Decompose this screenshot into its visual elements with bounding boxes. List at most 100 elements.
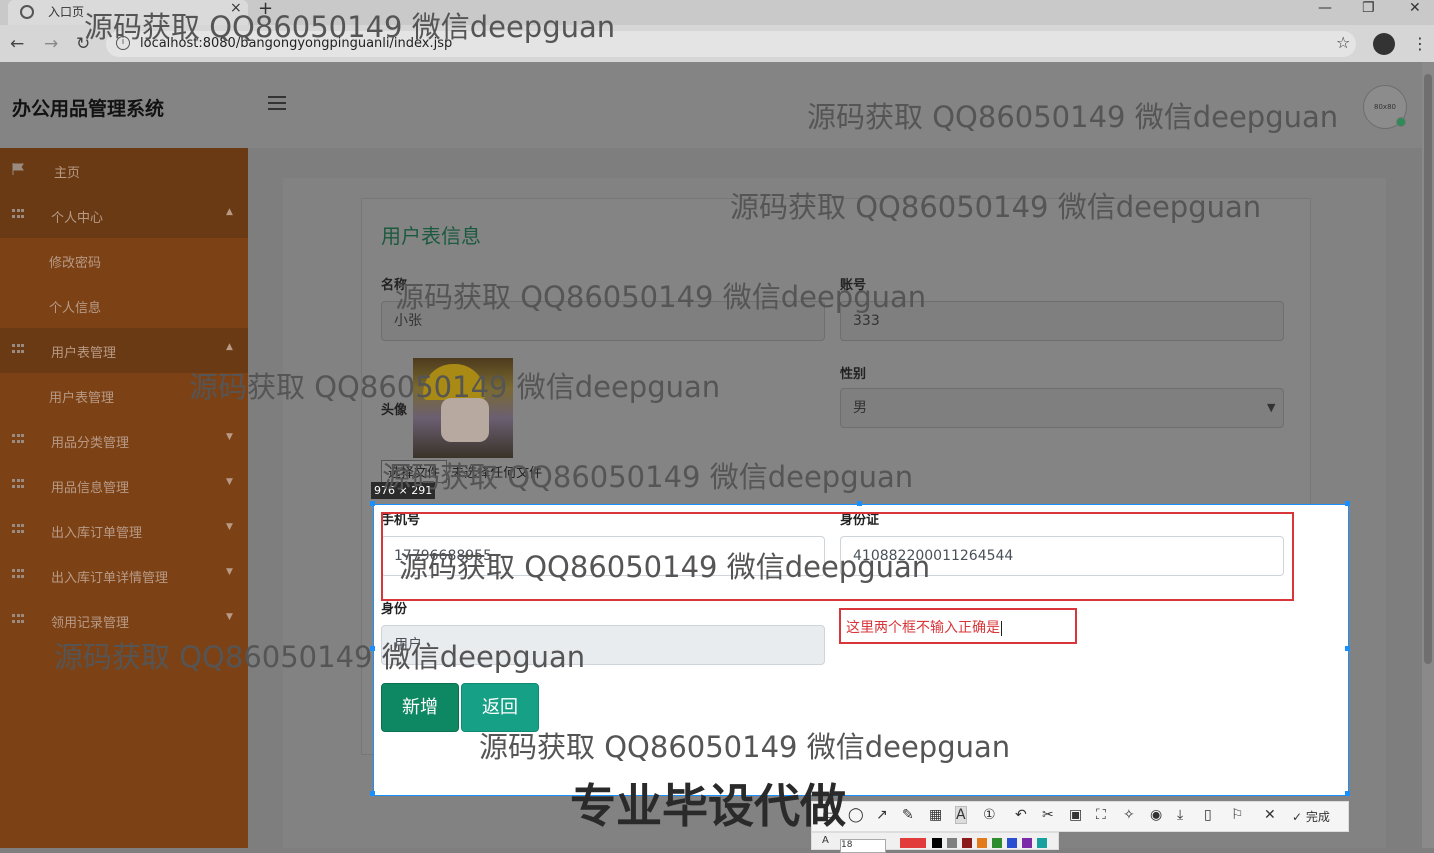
annotation-text[interactable]: 这里两个框不输入正确是 — [846, 617, 1002, 637]
bookmark-icon[interactable]: ⚐ — [1231, 807, 1244, 823]
ellipse-tool-icon[interactable]: ◯ — [848, 807, 864, 823]
sidebar-item-label: 修改密码 — [49, 256, 102, 271]
ocr-icon[interactable]: ▣ — [1069, 807, 1082, 823]
sidebar-item-label: 用品分类管理 — [51, 436, 130, 451]
color-swatch[interactable] — [962, 838, 972, 848]
chevron-up-icon: ▲ — [226, 342, 233, 352]
chevron-down-icon: ▼ — [226, 612, 233, 622]
sidebar-item-supplies-management[interactable]: 用品信息管理 ▼ — [0, 463, 248, 508]
selection-handle[interactable] — [1345, 501, 1350, 506]
sidebar-item-order-detail-management[interactable]: 出入库订单详情管理 ▼ — [0, 553, 248, 598]
selection-handle[interactable] — [370, 501, 375, 506]
grid-icon — [12, 524, 25, 535]
watermark: 源码获取 QQ86050149 微信deepguan — [54, 640, 586, 674]
sidebar-item-change-password[interactable]: 修改密码 — [0, 238, 248, 283]
mosaic-tool-icon[interactable]: ▦ — [929, 807, 942, 823]
grid-icon — [12, 614, 25, 625]
selection-handle[interactable] — [857, 501, 862, 506]
chevron-up-icon: ▲ — [226, 207, 233, 217]
browser-menu-icon[interactable]: ⋮ — [1412, 34, 1428, 53]
gender-select[interactable]: 男 — [840, 388, 1284, 428]
sidebar-item-home[interactable]: 主页 — [0, 148, 248, 193]
hamburger-menu-icon[interactable] — [268, 96, 286, 110]
watermark: 源码获取 QQ86050149 微信deepguan — [730, 190, 1262, 224]
arrow-tool-icon[interactable]: ↗ — [876, 807, 888, 823]
grid-icon — [12, 479, 25, 490]
selection-handle[interactable] — [370, 791, 375, 796]
scrollbar-thumb[interactable] — [1424, 74, 1432, 664]
window-close-button[interactable]: ✕ — [1409, 0, 1421, 16]
tab-title: 入口页 — [48, 5, 85, 19]
sidebar-item-label: 出入库订单详情管理 — [51, 571, 169, 586]
flag-icon — [12, 163, 24, 175]
selection-handle[interactable] — [1345, 791, 1350, 796]
watermark-banner: 专业毕设代做 — [570, 779, 846, 833]
pen-tool-icon[interactable]: ✎ — [902, 807, 914, 823]
color-swatch[interactable] — [1022, 838, 1032, 848]
page-scrollbar[interactable] — [1422, 62, 1434, 848]
bookmark-star-icon[interactable]: ☆ — [1336, 33, 1350, 52]
sidebar-item-category-management[interactable]: 用品分类管理 ▼ — [0, 418, 248, 463]
gender-label: 性别 — [840, 367, 867, 382]
crop-icon[interactable]: ✂ — [1042, 807, 1054, 823]
chevron-down-icon: ▼ — [226, 432, 233, 442]
watermark: 源码获取 QQ86050149 微信deepguan — [807, 100, 1339, 134]
page-title: 用户表信息 — [381, 224, 481, 248]
watermark: 源码获取 QQ86050149 微信deepguan — [395, 280, 927, 314]
forward-button[interactable]: → — [44, 34, 58, 54]
sidebar-item-personal-center[interactable]: 个人中心 ▲ — [0, 193, 248, 238]
font-size-icon: A — [822, 835, 829, 846]
number-tool-icon[interactable]: ① — [983, 807, 996, 823]
sidebar-item-label: 领用记录管理 — [51, 616, 130, 631]
chevron-down-icon: ▼ — [226, 567, 233, 577]
chevron-down-icon: ▼ — [226, 522, 233, 532]
minimize-button[interactable]: — — [1318, 0, 1332, 16]
color-swatch[interactable] — [977, 838, 987, 848]
undo-icon[interactable]: ↶ — [1015, 807, 1027, 823]
sidebar-item-label: 个人中心 — [51, 211, 104, 226]
color-swatch[interactable] — [947, 838, 957, 848]
sidebar-item-label: 用户表管理 — [49, 391, 115, 406]
profile-icon[interactable] — [1373, 33, 1395, 55]
color-swatch-selected[interactable] — [900, 838, 926, 848]
sidebar-item-personal-info[interactable]: 个人信息 — [0, 283, 248, 328]
restore-button[interactable]: ❐ — [1362, 0, 1375, 16]
color-swatch[interactable] — [992, 838, 1002, 848]
sidebar-item-label: 用品信息管理 — [51, 481, 130, 496]
role-label: 身份 — [381, 602, 408, 617]
color-swatch[interactable] — [932, 838, 942, 848]
screenshot-toolbar: ▭ ◯ ↗ ✎ ▦ A ① ↶ ✂ ▣ ⛶ ✧ ◉ ⤓ ▯ ⚐ ✕ ✓ 完成 — [811, 801, 1349, 832]
sidebar-item-label: 出入库订单管理 — [51, 526, 143, 541]
done-button[interactable]: ✓ 完成 — [1292, 808, 1330, 825]
color-swatch[interactable] — [1037, 838, 1047, 848]
chevron-down-icon: ▼ — [226, 477, 233, 487]
watermark: 源码获取 QQ86050149 微信deepguan — [399, 550, 931, 584]
download-icon[interactable]: ⤓ — [1177, 807, 1183, 823]
grid-icon — [12, 434, 25, 445]
color-swatch[interactable] — [1007, 838, 1017, 848]
watermark: 源码获取 QQ86050149 微信deepguan — [479, 730, 1011, 764]
text-tool-icon[interactable]: A — [955, 806, 967, 824]
add-button[interactable]: 新增 — [381, 683, 459, 732]
pin-icon[interactable]: ✧ — [1123, 807, 1135, 823]
sidebar-item-order-management[interactable]: 出入库订单管理 ▼ — [0, 508, 248, 553]
sidebar-item-label: 用户表管理 — [51, 346, 117, 361]
sidebar-item-label: 个人信息 — [49, 301, 102, 316]
font-size-field[interactable]: 18 — [840, 839, 886, 853]
grid-icon — [12, 569, 25, 580]
back-button[interactable]: ← — [10, 34, 24, 54]
text-style-palette: A 18 — [811, 832, 1059, 853]
watermark: 源码获取 QQ86050149 微信deepguan — [382, 460, 914, 494]
record-icon[interactable]: ◉ — [1150, 807, 1162, 823]
sidebar-item-label: 主页 — [54, 166, 81, 181]
cancel-icon[interactable]: ✕ — [1264, 807, 1276, 823]
globe-icon — [20, 5, 34, 19]
app-brand: 办公用品管理系统 — [12, 98, 165, 120]
phone-send-icon[interactable]: ▯ — [1204, 807, 1212, 823]
selection-handle[interactable] — [1345, 646, 1350, 651]
watermark: 源码获取 QQ86050149 微信deepguan — [84, 10, 616, 44]
scroll-capture-icon[interactable]: ⛶ — [1096, 807, 1106, 823]
chevron-down-icon: ▼ — [1267, 401, 1276, 414]
watermark: 源码获取 QQ86050149 微信deepguan — [189, 370, 721, 404]
grid-icon — [12, 209, 25, 220]
